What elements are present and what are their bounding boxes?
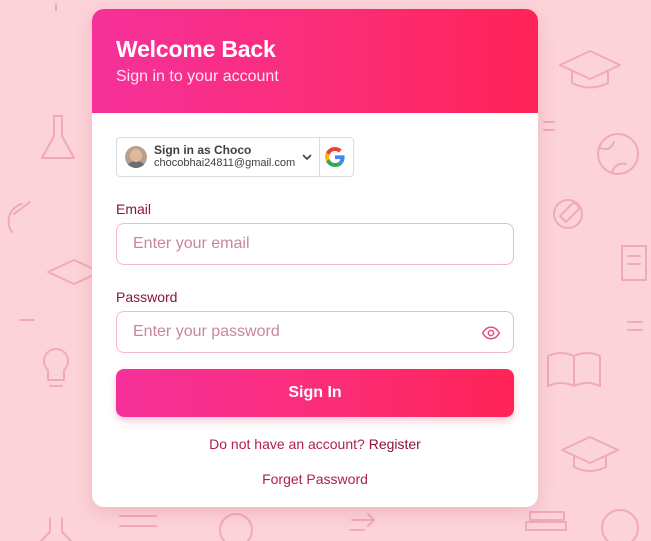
background-compass-icon	[7, 201, 31, 233]
background-lightbulb-icon	[43, 348, 69, 387]
password-field-wrapper	[116, 311, 514, 353]
signin-button[interactable]: Sign In	[116, 369, 514, 417]
background-flask-icon	[39, 115, 75, 541]
google-account-info: Sign in as Choco chocobhai24811@gmail.co…	[154, 144, 295, 170]
email-field-wrapper	[116, 223, 514, 265]
avatar	[125, 146, 147, 168]
google-g-icon	[320, 138, 350, 176]
background-document-icon	[621, 245, 647, 281]
password-field[interactable]	[133, 312, 497, 352]
forgot-password-link[interactable]: Forget Password	[116, 471, 514, 487]
page-title: Welcome Back	[116, 36, 276, 62]
google-signin-chip[interactable]: Sign in as Choco chocobhai24811@gmail.co…	[116, 137, 354, 177]
background-pencil-icon	[553, 199, 583, 229]
chevron-down-icon[interactable]	[301, 151, 313, 163]
card-header: Welcome Back Sign in to your account	[92, 9, 538, 113]
register-link[interactable]: Register	[369, 436, 421, 452]
register-prompt-line: Do not have an account? Register	[116, 436, 514, 452]
password-label: Password	[116, 289, 178, 305]
eye-icon[interactable]	[481, 323, 501, 343]
card-body: Sign in as Choco chocobhai24811@gmail.co…	[92, 113, 538, 487]
background-arrow-icon	[349, 513, 375, 531]
google-account-email: chocobhai24811@gmail.com	[154, 157, 296, 169]
email-label: Email	[116, 201, 152, 217]
register-prompt: Do not have an account?	[209, 436, 365, 452]
google-account-name: Sign in as Choco	[154, 143, 252, 157]
login-card: Welcome Back Sign in to your account Sig…	[92, 9, 538, 507]
page-subtitle: Sign in to your account	[116, 68, 279, 85]
background-book-icon	[547, 352, 601, 387]
background-books-stack-icon	[119, 511, 567, 531]
email-field[interactable]	[133, 224, 497, 264]
